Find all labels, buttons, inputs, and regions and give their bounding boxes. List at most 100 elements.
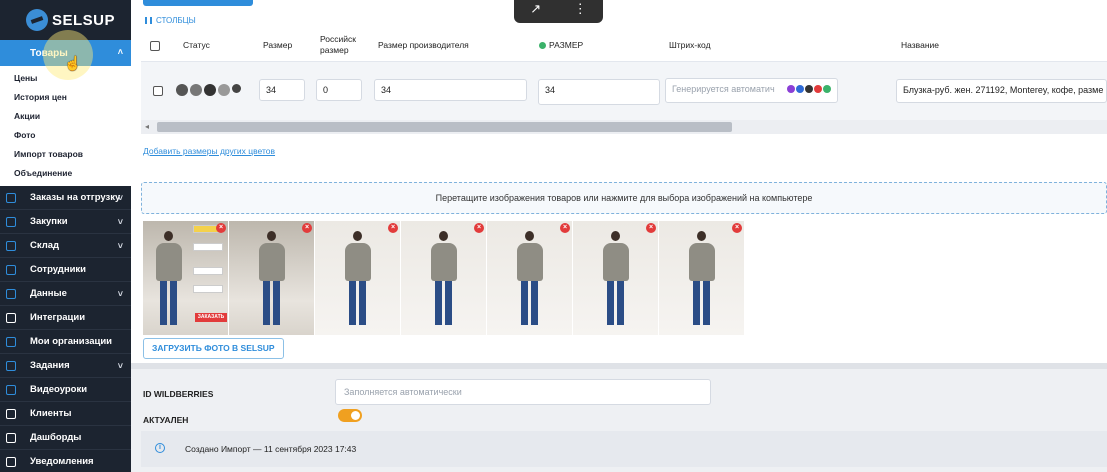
horizontal-scrollbar[interactable]: ◂: [141, 120, 1107, 134]
status-icons: [176, 84, 241, 96]
barcode-input[interactable]: Генерируется автоматич: [665, 78, 838, 103]
products-submenu: Цены История цен Акции Фото Импорт товар…: [0, 66, 131, 186]
share-icon[interactable]: ↗: [530, 1, 541, 17]
columns-label: СТОЛБЦЫ: [156, 16, 196, 25]
submenu-item-photo[interactable]: Фото: [0, 125, 131, 144]
model-figure: [688, 231, 715, 325]
wildberries-icon: [176, 84, 188, 96]
delete-photo-icon[interactable]: ×: [646, 223, 656, 233]
top-action-button[interactable]: [143, 0, 253, 6]
product-photo[interactable]: ЗАКАЗАТЬ ×: [143, 221, 229, 335]
yandex-badge-icon: [814, 85, 822, 93]
sidebar-item-employees[interactable]: Сотрудники: [0, 258, 131, 282]
sidebar-item-warehouse[interactable]: Склад ˅: [0, 234, 131, 258]
scroll-thumb[interactable]: [157, 122, 732, 132]
video-icon: [6, 385, 16, 395]
header-russian-size-line1: Российск: [320, 34, 356, 44]
sidebar-item-integrations[interactable]: Интеграции: [0, 306, 131, 330]
actual-toggle[interactable]: [338, 409, 362, 422]
row-checkbox[interactable]: [153, 86, 163, 96]
info-icon: i: [155, 443, 165, 453]
actual-label: АКТУАЛЕН: [143, 415, 189, 425]
lock-icon: [6, 409, 16, 419]
header-manufacturer-size: Размер производителя: [378, 40, 469, 50]
sidebar-item-organizations[interactable]: Мои организации: [0, 330, 131, 354]
delete-photo-icon[interactable]: ×: [474, 223, 484, 233]
sidebar-item-label: Сотрудники: [30, 264, 87, 275]
sidebar-item-dashboards[interactable]: Дашборды: [0, 426, 131, 450]
model-figure: [155, 231, 182, 325]
add-other-color-sizes-link[interactable]: Добавить размеры других цветов: [143, 146, 275, 156]
sidebar-item-purchases[interactable]: Закупки ˅: [0, 210, 131, 234]
submenu-item-promotions[interactable]: Акции: [0, 106, 131, 125]
id-wildberries-label: ID WILDBERRIES: [143, 389, 214, 399]
barcode-placeholder: Генерируется автоматич: [672, 84, 775, 94]
building-icon: [6, 337, 16, 347]
market-badge-icon: [805, 85, 813, 93]
columns-icon: [145, 17, 152, 24]
product-photo[interactable]: ×: [487, 221, 573, 335]
product-photo[interactable]: ×: [659, 221, 745, 335]
marketplace-status-icon: [204, 84, 216, 96]
delete-photo-icon[interactable]: ×: [388, 223, 398, 233]
photo-gallery: ЗАКАЗАТЬ × × × × × × ×: [143, 221, 745, 335]
sidebar-item-label: Задания: [30, 360, 70, 371]
section-divider: [131, 363, 1107, 369]
sidebar-item-label: Уведомления: [30, 456, 94, 467]
data-icon: [6, 289, 16, 299]
person-icon: [6, 265, 16, 275]
delete-photo-icon[interactable]: ×: [560, 223, 570, 233]
model-figure: [344, 231, 371, 325]
product-photo[interactable]: ×: [573, 221, 659, 335]
chevron-down-icon: ˅: [117, 241, 123, 251]
wb-size-input[interactable]: 34: [538, 79, 660, 105]
select-all-checkbox[interactable]: [150, 41, 160, 51]
header-wb-size-label: РАЗМЕР: [549, 40, 584, 50]
upload-photo-button[interactable]: ЗАГРУЗИТЬ ФОТО В SELSUP: [143, 338, 284, 359]
ozon-badge-icon: [796, 85, 804, 93]
product-photo[interactable]: ×: [401, 221, 487, 335]
chevron-up-icon: ˄: [117, 47, 123, 57]
header-wb-size: РАЗМЕР: [539, 40, 583, 50]
info-tag: [193, 267, 223, 275]
tasks-icon: [6, 361, 16, 371]
info-row: i Создано Импорт — 11 сентября 2023 17:4…: [141, 431, 1107, 467]
delete-photo-icon[interactable]: ×: [302, 223, 312, 233]
sidebar-item-shipping-orders[interactable]: Заказы на отгрузку ˅: [0, 186, 131, 210]
sidebar-item-clients[interactable]: Клиенты: [0, 402, 131, 426]
info-tag: [193, 285, 223, 293]
columns-toggle[interactable]: СТОЛБЦЫ: [145, 16, 196, 25]
header-size: Размер: [263, 40, 293, 50]
logo-text: SELSUP: [52, 11, 116, 29]
product-photo[interactable]: ×: [315, 221, 401, 335]
grid-icon: [6, 433, 16, 443]
image-dropzone[interactable]: Перетащите изображения товаров или нажми…: [141, 182, 1107, 214]
sidebar-item-notifications[interactable]: Уведомления: [0, 450, 131, 472]
manufacturer-size-input[interactable]: 34: [374, 79, 527, 101]
sidebar-item-video-lessons[interactable]: Видеоуроки: [0, 378, 131, 402]
submenu-item-import[interactable]: Импорт товаров: [0, 144, 131, 163]
chevron-down-icon: ˅: [117, 289, 123, 299]
main-content: СТОЛБЦЫ Статус Размер Российск размер Ра…: [131, 0, 1107, 472]
scroll-left-icon[interactable]: ◂: [145, 122, 149, 131]
sidebar-item-data[interactable]: Данные ˅: [0, 282, 131, 306]
model-figure: [602, 231, 629, 325]
header-russian-size-line2: размер: [320, 45, 349, 55]
created-info-text: Создано Импорт — 11 сентября 2023 17:43: [185, 444, 357, 454]
id-wildberries-input[interactable]: Заполняется автоматически: [335, 379, 711, 405]
submenu-item-price-history[interactable]: История цен: [0, 87, 131, 106]
delete-photo-icon[interactable]: ×: [732, 223, 742, 233]
chevron-down-icon: ˅: [117, 217, 123, 227]
bell-icon: [6, 457, 16, 467]
header-barcode: Штрих-код: [669, 40, 711, 50]
product-photo[interactable]: ×: [229, 221, 315, 335]
submenu-item-merge[interactable]: Объединение: [0, 163, 131, 182]
delete-photo-icon[interactable]: ×: [216, 223, 226, 233]
russian-size-input[interactable]: 0: [316, 79, 362, 101]
size-input[interactable]: 34: [259, 79, 305, 101]
barcode-badges: [787, 85, 831, 93]
name-input[interactable]: Блузка-руб. жен. 271192, Monterey, кофе,…: [896, 79, 1107, 103]
more-options-icon[interactable]: ⋮: [574, 1, 587, 17]
sidebar-item-tasks[interactable]: Задания ˅: [0, 354, 131, 378]
model-figure: [258, 231, 285, 325]
